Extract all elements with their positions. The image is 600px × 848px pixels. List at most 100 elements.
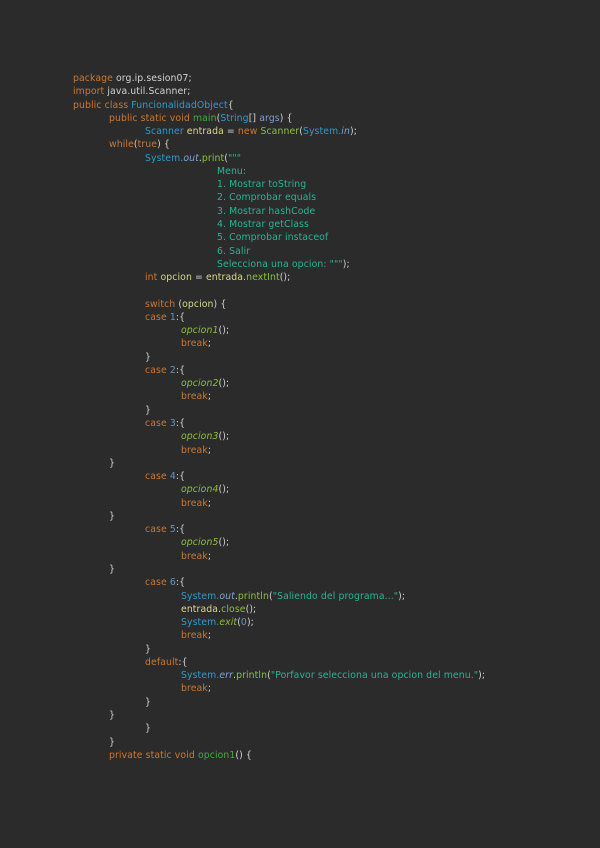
- code-token: "Porfavor selecciona una opcion del menu…: [270, 670, 479, 682]
- code-token: :{: [175, 577, 186, 589]
- code-token: case: [145, 311, 170, 323]
- code-line: System.err.println("Porfavor selecciona …: [181, 669, 485, 682]
- code-token: entrada.: [205, 272, 247, 284]
- code-line: Scanner entrada = new Scanner(System.in)…: [145, 125, 357, 138]
- code-token: out: [219, 590, 235, 602]
- code-line: import java.util.Scanner;: [73, 85, 190, 98]
- code-token: ();: [218, 484, 230, 496]
- code-token: ;: [207, 338, 212, 350]
- code-token: []: [248, 112, 260, 124]
- code-line: System.out.println("Saliendo del program…: [181, 590, 405, 603]
- code-token: java.util.Scanner;: [107, 86, 191, 98]
- code-token: :{: [175, 524, 186, 536]
- code-token: );: [349, 126, 357, 138]
- code-token: switch: [145, 298, 179, 310]
- code-token: opcion: [182, 298, 214, 310]
- code-token: public class: [73, 99, 132, 111]
- code-token: int: [145, 272, 161, 284]
- code-token: }: [109, 563, 116, 575]
- code-line: 2. Comprobar equals: [217, 191, 316, 204]
- code-token: {: [227, 99, 234, 111]
- code-token: break: [181, 497, 208, 509]
- code-token: :{: [175, 418, 186, 430]
- code-line: break;: [181, 550, 211, 563]
- code-token: break: [181, 683, 208, 695]
- code-token: public static void: [109, 112, 193, 124]
- code-token: opcion3: [181, 431, 219, 443]
- code-token: err: [219, 670, 233, 682]
- code-token: }: [109, 709, 116, 721]
- code-line: System.out.print(""": [145, 152, 241, 165]
- code-line: case 4:{: [145, 470, 185, 483]
- code-token: ;: [207, 444, 212, 456]
- code-token: }: [145, 643, 152, 655]
- code-token: Menu:: [217, 165, 247, 177]
- code-line: 3. Mostrar hashCode: [217, 205, 315, 218]
- code-token: import: [73, 86, 108, 98]
- code-token: println: [236, 670, 268, 682]
- code-token: );: [342, 258, 350, 270]
- code-token: ;: [207, 630, 212, 642]
- code-line: public class FuncionalidadObject{: [73, 99, 234, 112]
- code-line: }: [145, 722, 151, 735]
- code-token: break: [181, 550, 208, 562]
- code-line: opcion5();: [181, 536, 229, 549]
- code-token: org.ip.sesion07;: [116, 73, 192, 84]
- code-line: }: [109, 510, 115, 523]
- code-token: 2. Comprobar equals: [217, 192, 317, 204]
- code-token: 3. Mostrar hashCode: [217, 205, 316, 217]
- code-line: public static void main(String[] args) {: [109, 112, 293, 125]
- code-token: 4. Mostrar getClass: [217, 218, 309, 230]
- code-token: :{: [175, 471, 186, 483]
- code-token: true: [137, 139, 158, 151]
- code-token: ) {: [213, 298, 227, 310]
- code-line: 1. Mostrar toString: [217, 178, 306, 191]
- code-line: break;: [181, 682, 211, 695]
- code-token: close: [221, 603, 246, 615]
- code-token: opcion1: [181, 325, 219, 337]
- code-token: main: [192, 112, 217, 124]
- code-token: break: [181, 630, 208, 642]
- code-line: }: [109, 457, 115, 470]
- code-token: Scanner: [145, 126, 187, 138]
- code-token: System.: [302, 126, 342, 138]
- code-line: opcion3();: [181, 430, 229, 443]
- code-line: }: [109, 736, 115, 749]
- code-token: opcion4: [181, 484, 219, 496]
- code-line: Menu:: [217, 165, 246, 178]
- code-token: case: [145, 364, 170, 376]
- code-line: package org.ip.sesion07;: [73, 72, 192, 85]
- code-token: default: [145, 656, 179, 668]
- code-line: case 3:{: [145, 417, 185, 430]
- code-token: private static void: [109, 749, 198, 761]
- code-token: opcion: [160, 272, 192, 284]
- code-token: case: [145, 524, 170, 536]
- code-token: Selecciona una opcion: """: [217, 258, 343, 270]
- code-token: String: [220, 112, 249, 124]
- code-line: System.exit(0);: [181, 616, 254, 629]
- code-token: ();: [218, 431, 230, 443]
- code-token: System.: [181, 617, 220, 629]
- code-line: opcion2();: [181, 377, 229, 390]
- code-token: opcion2: [181, 378, 219, 390]
- code-token: System.: [181, 590, 220, 602]
- code-token: ;: [207, 683, 212, 695]
- code-line: }: [145, 404, 151, 417]
- code-line: break;: [181, 390, 211, 403]
- code-token: );: [398, 590, 406, 602]
- code-line: }: [109, 563, 115, 576]
- code-line: case 6:{: [145, 576, 185, 589]
- code-token: package: [73, 73, 117, 84]
- code-token: print: [201, 152, 225, 164]
- code-line: default:{: [145, 656, 188, 669]
- code-token: Scanner: [260, 126, 300, 138]
- code-token: entrada: [186, 126, 224, 138]
- code-line: opcion1();: [181, 324, 229, 337]
- code-token: );: [246, 617, 254, 629]
- code-token: ();: [218, 537, 230, 549]
- code-token: out: [183, 152, 199, 164]
- code-token: }: [109, 457, 116, 469]
- code-token: in: [341, 126, 350, 138]
- code-line: int opcion = entrada.nextInt();: [145, 271, 290, 284]
- code-token: System.: [181, 670, 220, 682]
